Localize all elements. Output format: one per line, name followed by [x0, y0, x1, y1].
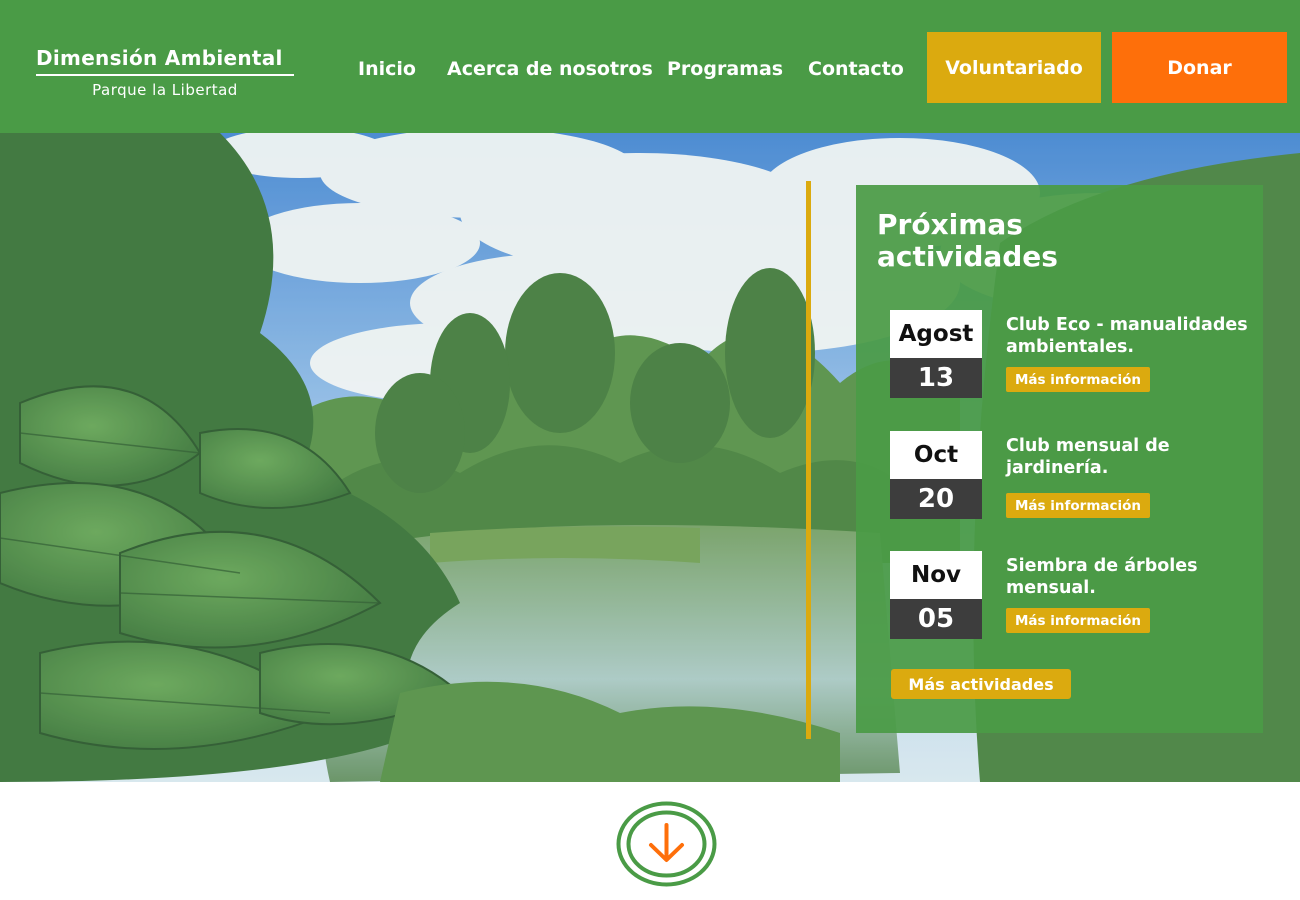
event-title: Club Eco - manualidades ambientales. [1006, 315, 1248, 357]
event-date: Nov 05 [890, 551, 982, 639]
site-logo[interactable]: Dimensión Ambiental Parque la Libertad [36, 46, 294, 99]
event-item: Oct 20 Club mensual de jardinería. Más i… [890, 431, 1260, 521]
event-item: Nov 05 Siembra de árboles mensual. Más i… [890, 551, 1260, 641]
event-date: Agost 13 [890, 310, 982, 398]
nav-contacto[interactable]: Contacto [808, 58, 904, 80]
event-title: Siembra de árboles mensual. [1006, 556, 1198, 598]
event-date: Oct 20 [890, 431, 982, 519]
more-info-button[interactable]: Más información [1006, 367, 1151, 392]
panel-title: Próximas actividades [877, 208, 1058, 273]
upcoming-activities-panel: Próximas actividades Agost 13 Club Eco -… [856, 185, 1263, 733]
logo-subtitle: Parque la Libertad [92, 81, 238, 99]
event-month: Nov [890, 551, 982, 599]
more-info-button[interactable]: Más información [1006, 493, 1151, 518]
event-item: Agost 13 Club Eco - manualidades ambient… [890, 310, 1260, 400]
hero-banner: Próximas actividades Agost 13 Club Eco -… [0, 133, 1300, 782]
volunteer-button[interactable]: Voluntariado [927, 32, 1101, 103]
more-activities-button[interactable]: Más actividades [891, 669, 1071, 699]
scroll-down-button[interactable] [616, 801, 717, 887]
site-header: Dimensión Ambiental Parque la Libertad I… [0, 0, 1300, 133]
nav-acerca-de-nosotros[interactable]: Acerca de nosotros [447, 58, 653, 80]
donate-button[interactable]: Donar [1112, 32, 1287, 103]
nav-inicio[interactable]: Inicio [358, 58, 416, 80]
event-month: Agost [890, 310, 982, 358]
event-day: 13 [890, 358, 982, 398]
event-title: Club mensual de jardinería. [1006, 436, 1170, 478]
nav-programas[interactable]: Programas [667, 58, 783, 80]
logo-title: Dimensión Ambiental [36, 46, 294, 76]
event-day: 05 [890, 599, 982, 639]
event-month: Oct [890, 431, 982, 479]
arrow-down-circle-icon [616, 801, 717, 887]
vertical-divider [806, 181, 811, 739]
more-info-button[interactable]: Más información [1006, 608, 1151, 633]
event-day: 20 [890, 479, 982, 519]
